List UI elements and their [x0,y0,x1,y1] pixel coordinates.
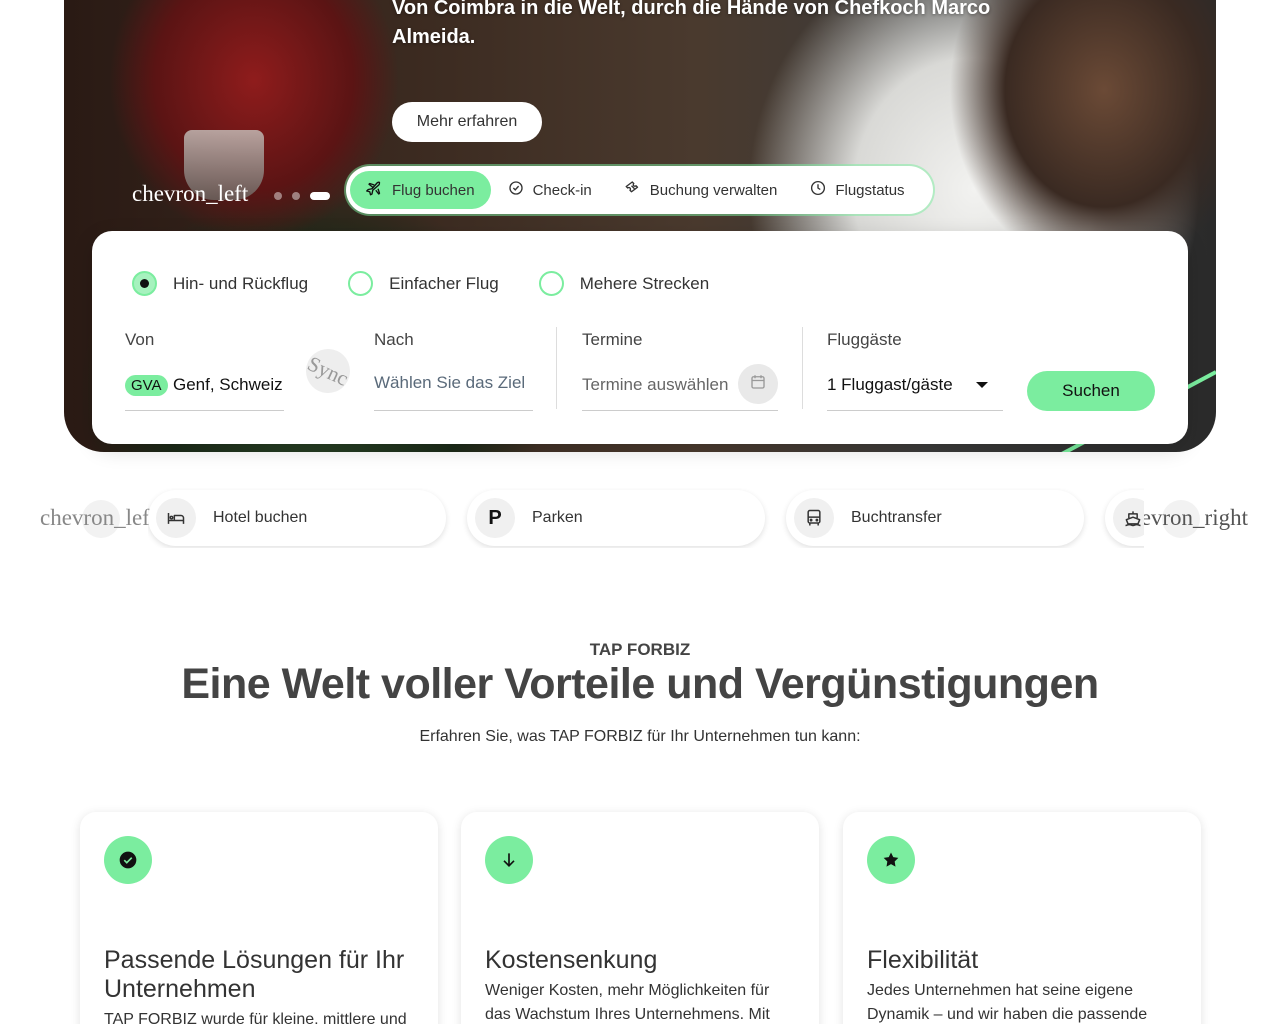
tab-label: Flugstatus [835,181,905,199]
feature-text: TAP FORBIZ wurde für kleine, mittlere un… [104,1011,407,1024]
feature-text: Jedes Unternehmen hat seine eigene Dynam… [867,982,1148,1023]
tab-flugstatus[interactable]: Flugstatus [793,171,920,209]
from-label: Von [125,330,155,349]
feature-title: Flexibilität [867,946,979,974]
carousel-dot-active[interactable] [310,192,330,200]
service-transfer[interactable]: Buchtransfer [786,490,1084,546]
section-eyebrow: TAP FORBIZ [589,640,691,659]
dates-field[interactable]: Termine auswählen [582,375,728,395]
passengers-label: Fluggäste [827,330,902,349]
to-underline [374,410,533,411]
clock-icon [809,179,827,201]
airport-code-badge: GVA [125,375,168,396]
tab-buchung-verwalten[interactable]: Buchung verwalten [608,171,794,209]
services-next-label: chevron_right [1144,505,1248,530]
swap-button[interactable]: Sync [298,341,358,401]
dates-underline [582,410,778,411]
star-icon [867,836,915,884]
chevron-down-icon[interactable] [976,382,988,388]
tab-label: Check-in [532,181,592,199]
tab-label: Flug buchen [392,181,475,199]
from-field[interactable]: Genf, Schweiz [173,375,283,395]
service-ferry[interactable] [1105,490,1144,546]
to-label: Nach [374,330,414,349]
service-label: Parken [532,509,583,526]
arrow-down-icon [485,836,533,884]
feature-title: Passende Lösungen für Ihr Unternehmen [104,946,405,1003]
section-subline: Erfahren Sie, was TAP FORBIZ für Ihr Unt… [419,728,861,745]
check-circle-icon [507,179,525,201]
service-label: Buchtransfer [851,509,942,526]
field-divider [556,327,557,409]
passengers-underline [827,410,1003,411]
booking-tabs: Flug buchen Check-in Buchung verwalten F… [346,166,933,214]
plane-icon [366,179,384,201]
more-info-button[interactable]: Mehr erfahren [392,102,542,142]
services-carousel: Hotel buchen P Parken Buchtransfer [148,488,1144,548]
carousel-prev-button[interactable]: chevron_left [132,181,248,207]
service-label: Hotel buchen [213,509,308,526]
ticket-icon [624,179,642,201]
trip-type-options: Hin- und Rückflug Einfacher Flug Mehere … [132,271,749,296]
radio-button[interactable] [538,271,564,296]
ship-icon [1113,498,1144,538]
from-underline [125,410,284,411]
trip-type-roundtrip[interactable]: Hin- und Rückflug [132,271,308,296]
calendar-button[interactable] [738,364,778,404]
bus-icon [794,498,834,538]
feature-text: Weniger Kosten, mehr Möglichkeiten für d… [485,982,770,1023]
section-headline: Eine Welt voller Vorteile und Vergünstig… [181,660,1099,708]
search-button[interactable]: Suchen [1027,371,1155,411]
services-next-button[interactable]: chevron_right [1144,505,1248,535]
feature-title: Kostensenkung [485,946,658,974]
bed-icon [156,498,196,538]
radio-label: Hin- und Rückflug [173,273,309,293]
parking-icon: P [475,498,515,538]
feature-card: Kostensenkung Weniger Kosten, mehr Mögli… [461,812,819,1024]
tab-label: Buchung verwalten [649,181,778,199]
hero-tagline: Von Coimbra in die Welt, durch die Hände… [392,0,991,48]
flight-booking-form: Hin- und Rückflug Einfacher Flug Mehere … [92,231,1188,444]
passengers-select[interactable]: 1 Fluggast/gäste [827,375,953,395]
services-prev-button[interactable]: chevron_left [40,505,156,535]
radio-label: Einfacher Flug [389,273,499,293]
calendar-icon [749,373,767,396]
field-divider [802,327,803,409]
tab-check-in[interactable]: Check-in [491,171,608,209]
tab-flug-buchen[interactable]: Flug buchen [350,171,491,209]
radio-label: Mehere Strecken [579,273,710,293]
carousel-dots [274,192,330,200]
radio-button[interactable] [348,271,374,296]
carousel-dot[interactable] [292,192,300,200]
to-field[interactable] [374,373,534,393]
service-parking[interactable]: P Parken [467,490,765,546]
trip-type-multicity[interactable]: Mehere Strecken [538,271,710,296]
service-hotel[interactable]: Hotel buchen [148,490,446,546]
check-circle-icon [104,836,152,884]
dates-label: Termine [582,330,643,349]
page: Von Coimbra in die Welt, durch die Hände… [0,0,1280,1024]
trip-type-oneway[interactable]: Einfacher Flug [348,271,499,296]
carousel-dot[interactable] [274,192,282,200]
radio-button-checked[interactable] [132,271,157,296]
feature-card: Flexibilität Jedes Unternehmen hat seine… [843,812,1201,1024]
feature-card: Passende Lösungen für Ihr Unternehmen TA… [80,812,438,1024]
